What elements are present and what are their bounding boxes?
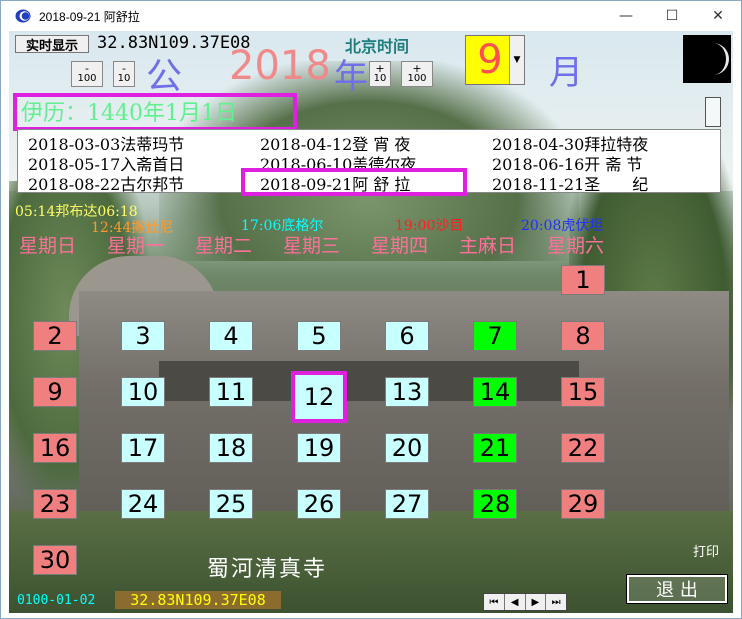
festival-highlight	[241, 168, 467, 196]
weekday-header: 星期二	[195, 235, 253, 257]
calendar-day-today[interactable]: 12	[291, 371, 347, 423]
calendar-day[interactable]: 10	[121, 377, 165, 407]
calendar-day[interactable]: 14	[473, 377, 517, 407]
calendar-day[interactable]: 28	[473, 489, 517, 519]
month-select[interactable]: 9 ▼	[465, 35, 525, 85]
minimize-button[interactable]: —	[603, 1, 649, 31]
navigation-controls: ⏮ ◀ ▶ ⏭	[483, 593, 567, 611]
calendar-day[interactable]: 30	[33, 545, 77, 575]
weekday-header: 星期三	[283, 235, 341, 257]
calendar-day[interactable]: 16	[33, 433, 77, 463]
print-button[interactable]: 打印	[693, 541, 719, 560]
title-bar[interactable]: 2018-09-21 阿舒拉 — ☐ ✕	[1, 1, 741, 31]
calendar-day[interactable]: 17	[121, 433, 165, 463]
calendar-day[interactable]: 3	[121, 321, 165, 351]
calendar-day[interactable]: 6	[385, 321, 429, 351]
photo-caption: 蜀河清真寺	[207, 557, 328, 582]
calendar-day[interactable]: 24	[121, 489, 165, 519]
festival-item[interactable]: 2018-08-22古尔邦节	[28, 171, 184, 195]
weekday-header: 星期日	[19, 235, 77, 257]
calendar-day[interactable]: 11	[209, 377, 253, 407]
weekday-header: 星期一	[107, 235, 165, 257]
maximize-button[interactable]: ☐	[649, 1, 695, 31]
calendar-day[interactable]: 4	[209, 321, 253, 351]
app-icon	[15, 9, 31, 23]
calendar-day[interactable]: 21	[473, 433, 517, 463]
weekday-header: 星期四	[371, 235, 429, 257]
calendar-day[interactable]: 1	[561, 265, 605, 295]
close-button[interactable]: ✕	[695, 1, 741, 31]
first-icon[interactable]: ⏮	[484, 594, 505, 610]
month-value: 9	[477, 37, 503, 83]
calendar-day[interactable]: 2	[33, 321, 77, 351]
festival-item[interactable]: 2018-11-21圣 纪	[492, 171, 648, 195]
calendar-day[interactable]: 8	[561, 321, 605, 351]
year-plus-10-button[interactable]: + 10	[369, 61, 391, 87]
calendar-day[interactable]: 9	[33, 377, 77, 407]
hijri-date: 伊历：1440年1月1日	[21, 101, 237, 126]
calendar-day[interactable]: 19	[297, 433, 341, 463]
option-checkbox[interactable]	[705, 97, 721, 127]
status-date: 0100-01-02	[17, 593, 96, 608]
year-suffix: 年	[334, 57, 368, 97]
window-title: 2018-09-21 阿舒拉	[39, 10, 140, 24]
calendar-day[interactable]: 20	[385, 433, 429, 463]
status-coordinates: 32.83N109.37E08	[115, 591, 281, 609]
last-icon[interactable]: ⏭	[546, 594, 566, 610]
weekday-header: 星期六	[547, 235, 605, 257]
calendar-day[interactable]: 27	[385, 489, 429, 519]
calendar-day[interactable]: 25	[209, 489, 253, 519]
realtime-display-button[interactable]: 实时显示	[15, 35, 89, 54]
calendar-day[interactable]: 7	[473, 321, 517, 351]
calendar-day[interactable]: 5	[297, 321, 341, 351]
year-value: 2018	[229, 43, 331, 89]
month-suffix: 月	[549, 53, 583, 93]
era-label: 公	[146, 56, 183, 97]
previous-icon[interactable]: ◀	[505, 594, 526, 610]
year-minus-100-button[interactable]: - 100	[71, 61, 103, 87]
chevron-down-icon[interactable]: ▼	[509, 36, 524, 84]
calendar-day[interactable]: 29	[561, 489, 605, 519]
weekday-header: 主麻日	[459, 235, 517, 257]
calendar-day[interactable]: 23	[33, 489, 77, 519]
exit-button[interactable]: 退 出	[626, 574, 728, 604]
year-plus-100-button[interactable]: + 100	[401, 61, 433, 87]
calendar-day[interactable]: 13	[385, 377, 429, 407]
app-window: 2018-09-21 阿舒拉 — ☐ ✕ 实时显示 32.83N109.37E0…	[0, 0, 742, 619]
calendar-day[interactable]: 22	[561, 433, 605, 463]
moon-phase-icon	[683, 35, 731, 83]
calendar-day[interactable]: 15	[561, 377, 605, 407]
calendar-day[interactable]: 18	[209, 433, 253, 463]
year-minus-10-button[interactable]: - 10	[113, 61, 135, 87]
calendar-panel: 实时显示 32.83N109.37E08 北京时间 - 100 - 10 公 2…	[9, 31, 733, 613]
calendar-day[interactable]: 26	[297, 489, 341, 519]
next-icon[interactable]: ▶	[526, 594, 547, 610]
